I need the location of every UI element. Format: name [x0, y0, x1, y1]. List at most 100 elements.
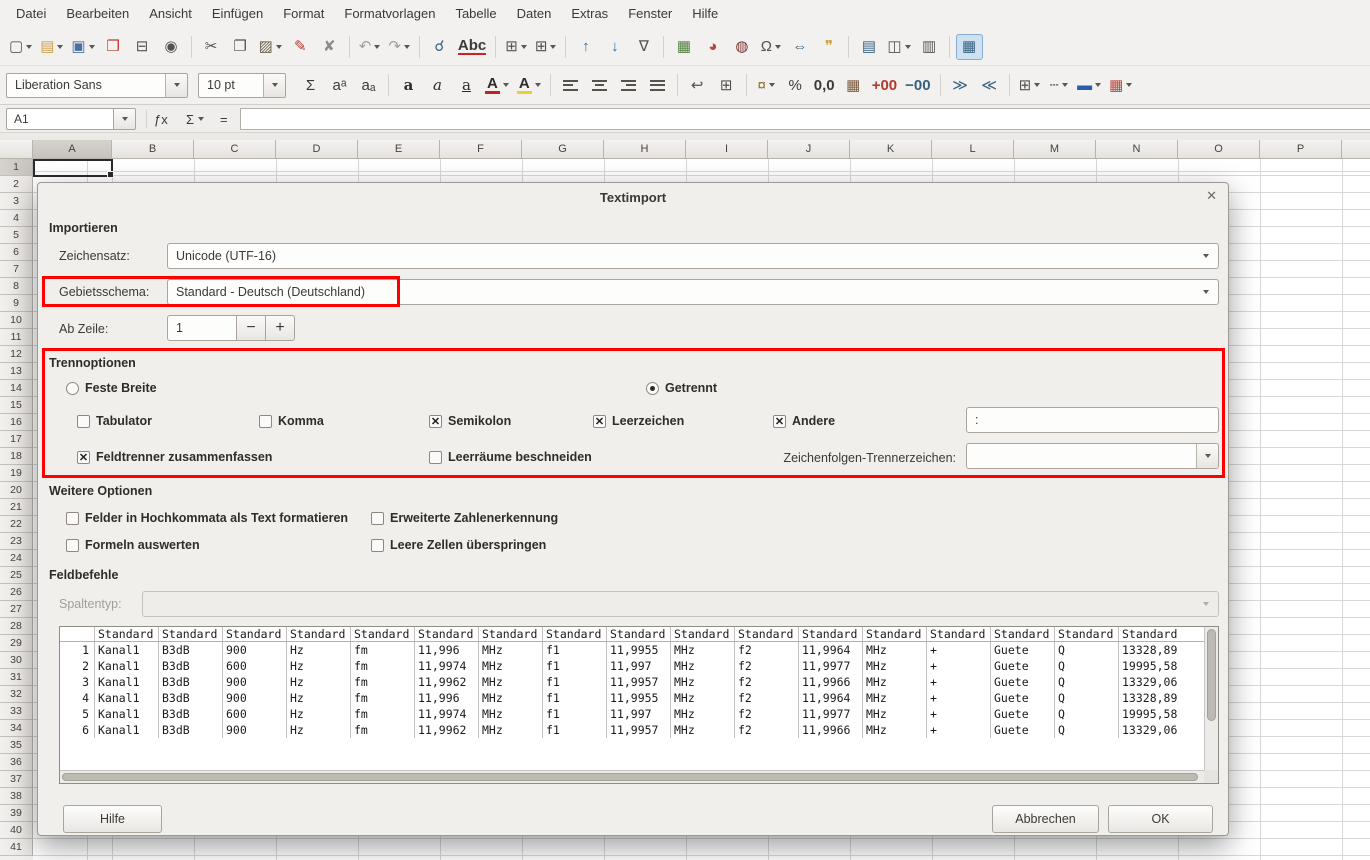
- column-header-P[interactable]: P: [1260, 140, 1342, 158]
- format-as-currency-button[interactable]: ¤: [753, 72, 780, 98]
- menu-item-hilfe[interactable]: Hilfe: [682, 0, 728, 28]
- string-delimiter-dropdown[interactable]: [966, 443, 1219, 469]
- insert-comment-button[interactable]: ❞: [815, 34, 842, 60]
- paste-dropdown-arrow[interactable]: [276, 45, 282, 49]
- scrollbar-thumb[interactable]: [62, 773, 1198, 781]
- preview-column-header-12[interactable]: Standard: [798, 627, 862, 641]
- row-header-37[interactable]: 37: [0, 771, 33, 788]
- row-header-20[interactable]: 20: [0, 482, 33, 499]
- menu-item-formatvorlagen[interactable]: Formatvorlagen: [334, 0, 445, 28]
- highlighting-color-dropdown-arrow[interactable]: [535, 83, 541, 87]
- separated-radio[interactable]: Getrennt: [646, 380, 717, 396]
- headers-and-footers-button[interactable]: ▤: [855, 34, 882, 60]
- redo-button[interactable]: ↷: [385, 34, 413, 60]
- preview-column-header-7[interactable]: Standard: [478, 627, 542, 641]
- redo-dropdown-arrow[interactable]: [404, 45, 410, 49]
- row-header-25[interactable]: 25: [0, 567, 33, 584]
- preview-column-header-2[interactable]: Standard: [158, 627, 222, 641]
- row-header-2[interactable]: 2: [0, 176, 33, 193]
- row-header-34[interactable]: 34: [0, 720, 33, 737]
- evaluate-formulas-checkbox[interactable]: Formeln auswerten: [66, 537, 200, 553]
- font-size-combobox[interactable]: 10 pt: [198, 73, 286, 98]
- clone-formatting-button[interactable]: ✎: [287, 34, 314, 60]
- menu-item-datei[interactable]: Datei: [6, 0, 56, 28]
- help-button[interactable]: Hilfe: [63, 805, 162, 833]
- fixed-width-radio[interactable]: Feste Breite: [66, 380, 157, 396]
- column-header-C[interactable]: C: [194, 140, 276, 158]
- format-as-percent-button[interactable]: %: [782, 72, 809, 98]
- row-header-31[interactable]: 31: [0, 669, 33, 686]
- from-row-decrement-button[interactable]: −: [236, 315, 266, 341]
- preview-column-header-14[interactable]: Standard: [926, 627, 990, 641]
- font-color-button[interactable]: A: [482, 72, 512, 98]
- save-dropdown-arrow[interactable]: [89, 45, 95, 49]
- row-header-12[interactable]: 12: [0, 346, 33, 363]
- subscript-button[interactable]: aₐ: [355, 72, 382, 98]
- column-header-O[interactable]: O: [1178, 140, 1260, 158]
- select-all-corner[interactable]: [0, 140, 33, 159]
- undo-button[interactable]: ↶: [356, 34, 384, 60]
- row-header-3[interactable]: 3: [0, 193, 33, 210]
- from-row-increment-button[interactable]: +: [265, 315, 295, 341]
- preview-column-header-1[interactable]: Standard: [94, 627, 158, 641]
- conditional-formatting-button[interactable]: ▦: [1106, 72, 1135, 98]
- row-header-17[interactable]: 17: [0, 431, 33, 448]
- print-button[interactable]: ⊟: [129, 34, 156, 60]
- row-header-4[interactable]: 4: [0, 210, 33, 227]
- border-color-button[interactable]: ▬: [1074, 72, 1104, 98]
- sum-button[interactable]: Σ: [297, 72, 324, 98]
- row-header-15[interactable]: 15: [0, 397, 33, 414]
- tabulator-checkbox[interactable]: Tabulator: [77, 413, 152, 429]
- border-style-button[interactable]: ┄: [1045, 72, 1072, 98]
- align-right-button[interactable]: [615, 72, 642, 98]
- komma-checkbox[interactable]: Komma: [259, 413, 324, 429]
- format-as-date-button[interactable]: ▦: [840, 72, 867, 98]
- increase-indent-button[interactable]: ≫: [947, 72, 974, 98]
- column-header-F[interactable]: F: [440, 140, 522, 158]
- freeze-rows-and-columns-dropdown-arrow[interactable]: [905, 45, 911, 49]
- preview-column-header-15[interactable]: Standard: [990, 627, 1054, 641]
- print-preview-button[interactable]: ◉: [158, 34, 185, 60]
- conditional-formatting-dropdown-arrow[interactable]: [1126, 83, 1132, 87]
- new-document-dropdown-arrow[interactable]: [26, 45, 32, 49]
- add-decimal-place-button[interactable]: +00: [869, 72, 900, 98]
- formula-input[interactable]: [240, 108, 1370, 130]
- row-header-41[interactable]: 41: [0, 839, 33, 856]
- column-header-G[interactable]: G: [522, 140, 604, 158]
- semikolon-checkbox[interactable]: Semikolon: [429, 413, 511, 429]
- clear-formatting-button[interactable]: ✘: [316, 34, 343, 60]
- superscript-button[interactable]: aᵃ: [326, 72, 353, 98]
- scrollbar-thumb[interactable]: [1207, 629, 1216, 721]
- menu-item-tabelle[interactable]: Tabelle: [445, 0, 506, 28]
- andere-checkbox[interactable]: Andere: [773, 413, 835, 429]
- merge-delimiters-checkbox[interactable]: Feldtrenner zusammenfassen: [77, 449, 272, 465]
- highlighting-color-button[interactable]: A: [514, 72, 544, 98]
- freeze-rows-and-columns-button[interactable]: ◫: [884, 34, 913, 60]
- open-button[interactable]: ▤: [37, 34, 66, 60]
- decrease-indent-button[interactable]: ≪: [976, 72, 1003, 98]
- row-header-14[interactable]: 14: [0, 380, 33, 397]
- preview-column-header-9[interactable]: Standard: [606, 627, 670, 641]
- column-header-J[interactable]: J: [768, 140, 850, 158]
- borders-button[interactable]: ⊞: [1016, 72, 1044, 98]
- row-header-22[interactable]: 22: [0, 516, 33, 533]
- formula-button[interactable]: =: [220, 108, 228, 130]
- new-document-button[interactable]: ▢: [6, 34, 35, 60]
- insert-chart-button[interactable]: ◕: [699, 34, 726, 60]
- preview-column-header-10[interactable]: Standard: [670, 627, 734, 641]
- export-pdf-button[interactable]: ❒: [100, 34, 127, 60]
- preview-column-header-5[interactable]: Standard: [350, 627, 414, 641]
- preview-column-header-4[interactable]: Standard: [286, 627, 350, 641]
- menu-item-einfügen[interactable]: Einfügen: [202, 0, 273, 28]
- menu-item-format[interactable]: Format: [273, 0, 334, 28]
- insert-special-character-dropdown-arrow[interactable]: [775, 45, 781, 49]
- insert-column-dropdown-arrow[interactable]: [550, 45, 556, 49]
- insert-column-button[interactable]: ⊞: [532, 34, 560, 60]
- preview-horizontal-scrollbar[interactable]: [60, 770, 1204, 783]
- column-header-H[interactable]: H: [604, 140, 686, 158]
- preview-column-header-8[interactable]: Standard: [542, 627, 606, 641]
- row-header-7[interactable]: 7: [0, 261, 33, 278]
- spelling-button[interactable]: Abc: [455, 34, 489, 60]
- column-header-N[interactable]: N: [1096, 140, 1178, 158]
- split-window-button[interactable]: ▥: [916, 34, 943, 60]
